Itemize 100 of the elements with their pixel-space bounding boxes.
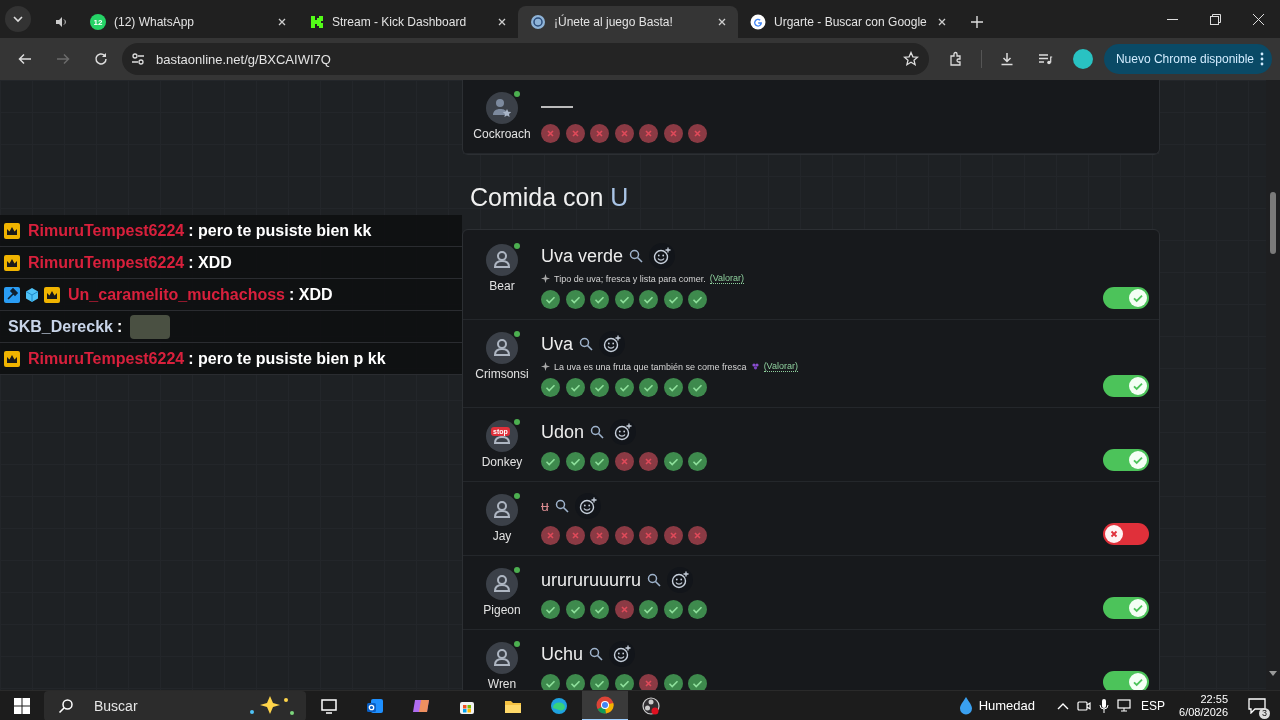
search-icon[interactable] <box>554 499 569 513</box>
rejected-vote-icon[interactable] <box>663 526 683 545</box>
validity-toggle[interactable] <box>1103 375 1149 397</box>
approved-vote-icon[interactable] <box>590 600 609 619</box>
validity-toggle[interactable] <box>1103 449 1149 471</box>
approved-vote-icon[interactable] <box>541 290 560 309</box>
approved-vote-icon[interactable] <box>590 452 609 471</box>
rejected-vote-icon[interactable] <box>663 124 683 143</box>
reload-icon[interactable] <box>93 51 109 67</box>
browser-tab[interactable]: 12 (12) WhatsApp <box>78 6 298 38</box>
approved-vote-icon[interactable] <box>541 452 560 471</box>
chevron-up-icon[interactable] <box>1057 701 1070 710</box>
add-reaction-button[interactable] <box>599 331 625 357</box>
approved-vote-icon[interactable] <box>639 600 658 619</box>
scrollbar-track[interactable] <box>1266 80 1280 690</box>
tab-close-icon[interactable] <box>496 16 508 28</box>
validity-toggle[interactable] <box>1103 287 1149 309</box>
approved-vote-icon[interactable] <box>614 378 634 397</box>
site-settings-icon[interactable] <box>130 51 146 67</box>
approved-vote-icon[interactable] <box>614 674 634 690</box>
rejected-vote-icon[interactable] <box>688 124 707 143</box>
taskbar-search-field[interactable]: Buscar <box>44 690 306 720</box>
rejected-vote-icon[interactable] <box>639 674 658 690</box>
weather-widget[interactable]: Humedad <box>958 696 1036 715</box>
rejected-vote-icon[interactable] <box>614 124 634 143</box>
rejected-vote-icon[interactable] <box>541 526 560 545</box>
tab-close-icon[interactable] <box>276 16 288 28</box>
camera-icon[interactable] <box>1077 698 1092 713</box>
approved-vote-icon[interactable] <box>541 600 560 619</box>
browser-tab[interactable]: ¡Únete al juego Basta! <box>518 6 738 38</box>
rate-link[interactable]: (Valorar) <box>763 361 798 372</box>
bookmark-star-icon[interactable] <box>902 51 919 67</box>
approved-vote-icon[interactable] <box>688 674 707 690</box>
rejected-vote-icon[interactable] <box>590 124 609 143</box>
taskbar-app[interactable] <box>582 690 628 720</box>
address-bar[interactable]: bastaonline.net/g/BXCAIWI7Q <box>122 43 929 75</box>
approved-vote-icon[interactable] <box>541 674 560 690</box>
chat-username[interactable]: RimuruTempest6224 <box>28 221 185 240</box>
browser-tab[interactable]: Stream - Kick Dashboard <box>298 6 518 38</box>
chat-username[interactable]: RimuruTempest6224 <box>28 349 185 368</box>
approved-vote-icon[interactable] <box>688 452 707 471</box>
chat-username[interactable]: Un_caramelito_muchachoss <box>68 285 285 304</box>
approved-vote-icon[interactable] <box>688 378 707 397</box>
profile-avatar[interactable] <box>1072 49 1093 69</box>
media-controls-icon[interactable] <box>1036 51 1053 67</box>
approved-vote-icon[interactable] <box>565 378 585 397</box>
update-chrome-button[interactable]: Nuevo Chrome disponible <box>1103 44 1272 74</box>
browser-tab[interactable]: Urgarte - Buscar con Google <box>738 6 958 38</box>
approved-vote-icon[interactable] <box>565 674 585 690</box>
approved-vote-icon[interactable] <box>639 290 658 309</box>
add-reaction-button[interactable] <box>609 641 636 667</box>
add-reaction-button[interactable] <box>649 243 676 269</box>
notifications-icon[interactable] <box>1248 697 1266 714</box>
network-icon[interactable] <box>1117 698 1134 713</box>
approved-vote-icon[interactable] <box>663 600 683 619</box>
add-reaction-button[interactable] <box>667 567 694 593</box>
chat-username[interactable]: SKB_Dereckk <box>8 317 113 336</box>
rejected-vote-icon[interactable] <box>614 452 634 471</box>
validity-toggle[interactable] <box>1103 597 1149 619</box>
approved-vote-icon[interactable] <box>565 600 585 619</box>
search-icon[interactable] <box>589 647 604 661</box>
rejected-vote-icon[interactable] <box>541 124 560 143</box>
approved-vote-icon[interactable] <box>663 378 683 397</box>
search-icon[interactable] <box>590 425 605 439</box>
rejected-vote-icon[interactable] <box>639 124 658 143</box>
chat-username[interactable]: RimuruTempest6224 <box>28 253 185 272</box>
search-icon[interactable] <box>629 249 644 263</box>
add-reaction-button[interactable] <box>574 493 601 519</box>
rejected-vote-icon[interactable] <box>565 124 585 143</box>
approved-vote-icon[interactable] <box>688 600 707 619</box>
rejected-vote-icon[interactable] <box>688 526 707 545</box>
taskbar-clock[interactable]: 22:55 6/08/2026 <box>1179 692 1228 719</box>
tab-close-icon[interactable] <box>716 16 728 28</box>
microphone-icon[interactable] <box>1099 698 1110 713</box>
approved-vote-icon[interactable] <box>565 452 585 471</box>
new-tab-icon[interactable] <box>970 15 984 29</box>
windows-start-icon[interactable] <box>14 697 30 714</box>
approved-vote-icon[interactable] <box>614 290 634 309</box>
rejected-vote-icon[interactable] <box>614 526 634 545</box>
scrollbar-thumb[interactable] <box>1270 192 1276 254</box>
more-icon[interactable] <box>1260 52 1264 66</box>
approved-vote-icon[interactable] <box>688 290 707 309</box>
rejected-vote-icon[interactable] <box>590 526 609 545</box>
add-reaction-button[interactable] <box>610 419 637 445</box>
scroll-down-arrow-icon[interactable] <box>1269 671 1277 676</box>
back-icon[interactable] <box>17 51 33 67</box>
language-indicator[interactable]: ESP <box>1141 698 1166 713</box>
approved-vote-icon[interactable] <box>565 290 585 309</box>
rejected-vote-icon[interactable] <box>565 526 585 545</box>
approved-vote-icon[interactable] <box>590 378 609 397</box>
rejected-vote-icon[interactable] <box>614 600 634 619</box>
rate-link[interactable]: (Valorar) <box>709 273 745 284</box>
rejected-vote-icon[interactable] <box>639 526 658 545</box>
approved-vote-icon[interactable] <box>590 674 609 690</box>
approved-vote-icon[interactable] <box>663 290 683 309</box>
restore-icon[interactable] <box>1210 13 1221 25</box>
extensions-icon[interactable] <box>947 51 964 67</box>
approved-vote-icon[interactable] <box>541 378 560 397</box>
validity-toggle[interactable] <box>1103 523 1149 545</box>
search-icon[interactable] <box>579 337 593 351</box>
